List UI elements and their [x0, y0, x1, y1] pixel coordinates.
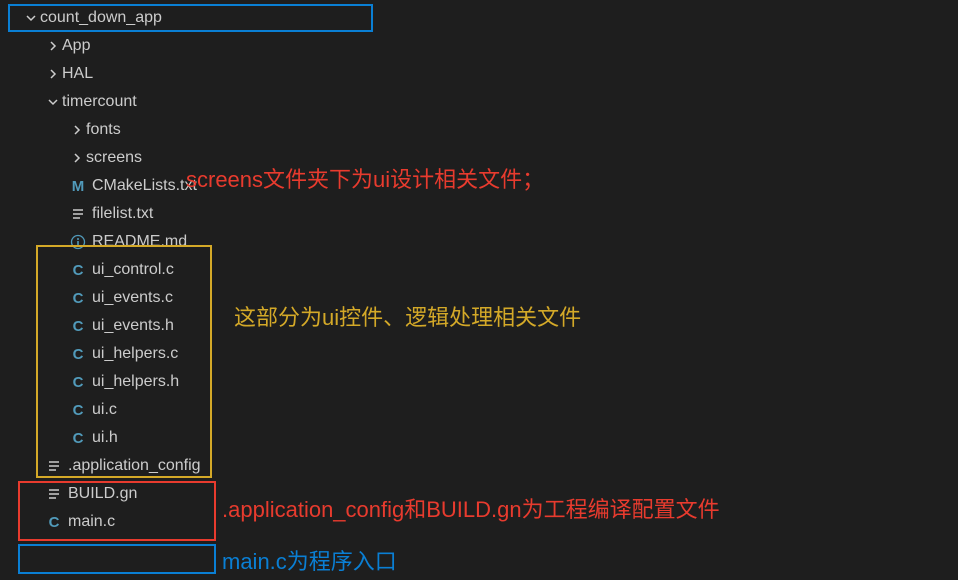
chevron-down-icon — [44, 96, 62, 108]
tree-file-filelist[interactable]: filelist.txt — [0, 200, 958, 228]
annotation-ui-group: 这部分为ui控件、逻辑处理相关文件 — [234, 300, 581, 332]
chevron-down-icon — [22, 12, 40, 24]
annotation-screens: screens文件夹下为ui设计相关文件； — [186, 162, 544, 194]
tree-file-ui-helpers-h[interactable]: C ui_helpers.h — [0, 368, 958, 396]
c-file-icon: C — [44, 514, 64, 531]
annotation-main: main.c为程序入口 — [222, 544, 397, 576]
c-file-icon: C — [68, 430, 88, 447]
text-file-icon — [68, 207, 88, 221]
annotation-build: .application_config和BUILD.gn为工程编译配置文件 — [222, 492, 720, 524]
chevron-right-icon — [44, 40, 62, 52]
file-label: ui_control.c — [92, 261, 174, 279]
tree-folder-fonts[interactable]: fonts — [0, 116, 958, 144]
file-label: ui_helpers.c — [92, 345, 178, 363]
tree-file-ui-h[interactable]: C ui.h — [0, 424, 958, 452]
c-file-icon: C — [68, 262, 88, 279]
text-file-icon — [44, 459, 64, 473]
file-label: .application_config — [68, 457, 201, 475]
file-label: BUILD.gn — [68, 485, 137, 503]
file-label: ui_helpers.h — [92, 373, 179, 391]
chevron-right-icon — [68, 152, 86, 164]
m-file-icon: M — [68, 178, 88, 195]
file-label: ui_events.h — [92, 317, 174, 335]
tree-file-application-config[interactable]: .application_config — [0, 452, 958, 480]
file-label: main.c — [68, 513, 115, 531]
c-file-icon: C — [68, 374, 88, 391]
folder-label: fonts — [86, 121, 121, 139]
c-file-icon: C — [68, 346, 88, 363]
chevron-right-icon — [68, 124, 86, 136]
tree-file-ui-c[interactable]: C ui.c — [0, 396, 958, 424]
file-label: README.md — [92, 233, 187, 251]
file-label: ui.h — [92, 429, 118, 447]
tree-folder-timercount[interactable]: timercount — [0, 88, 958, 116]
tree-folder-app[interactable]: App — [0, 32, 958, 60]
folder-label: count_down_app — [40, 9, 162, 27]
folder-label: timercount — [62, 93, 137, 111]
tree-file-ui-helpers-c[interactable]: C ui_helpers.c — [0, 340, 958, 368]
tree-folder-hal[interactable]: HAL — [0, 60, 958, 88]
c-file-icon: C — [68, 402, 88, 419]
tree-folder-root[interactable]: count_down_app — [8, 4, 373, 32]
file-label: ui_events.c — [92, 289, 173, 307]
info-file-icon — [68, 234, 88, 250]
tree-file-ui-control-c[interactable]: C ui_control.c — [0, 256, 958, 284]
c-file-icon: C — [68, 290, 88, 307]
file-label: filelist.txt — [92, 205, 153, 223]
folder-label: App — [62, 37, 90, 55]
text-file-icon — [44, 487, 64, 501]
c-file-icon: C — [68, 318, 88, 335]
folder-label: HAL — [62, 65, 93, 83]
folder-label: screens — [86, 149, 142, 167]
tree-file-readme[interactable]: README.md — [0, 228, 958, 256]
highlight-main-file — [18, 544, 216, 574]
file-tree: count_down_app App HAL timercount fonts … — [0, 0, 958, 536]
chevron-right-icon — [44, 68, 62, 80]
file-label: ui.c — [92, 401, 117, 419]
file-label: CMakeLists.txt — [92, 177, 197, 195]
